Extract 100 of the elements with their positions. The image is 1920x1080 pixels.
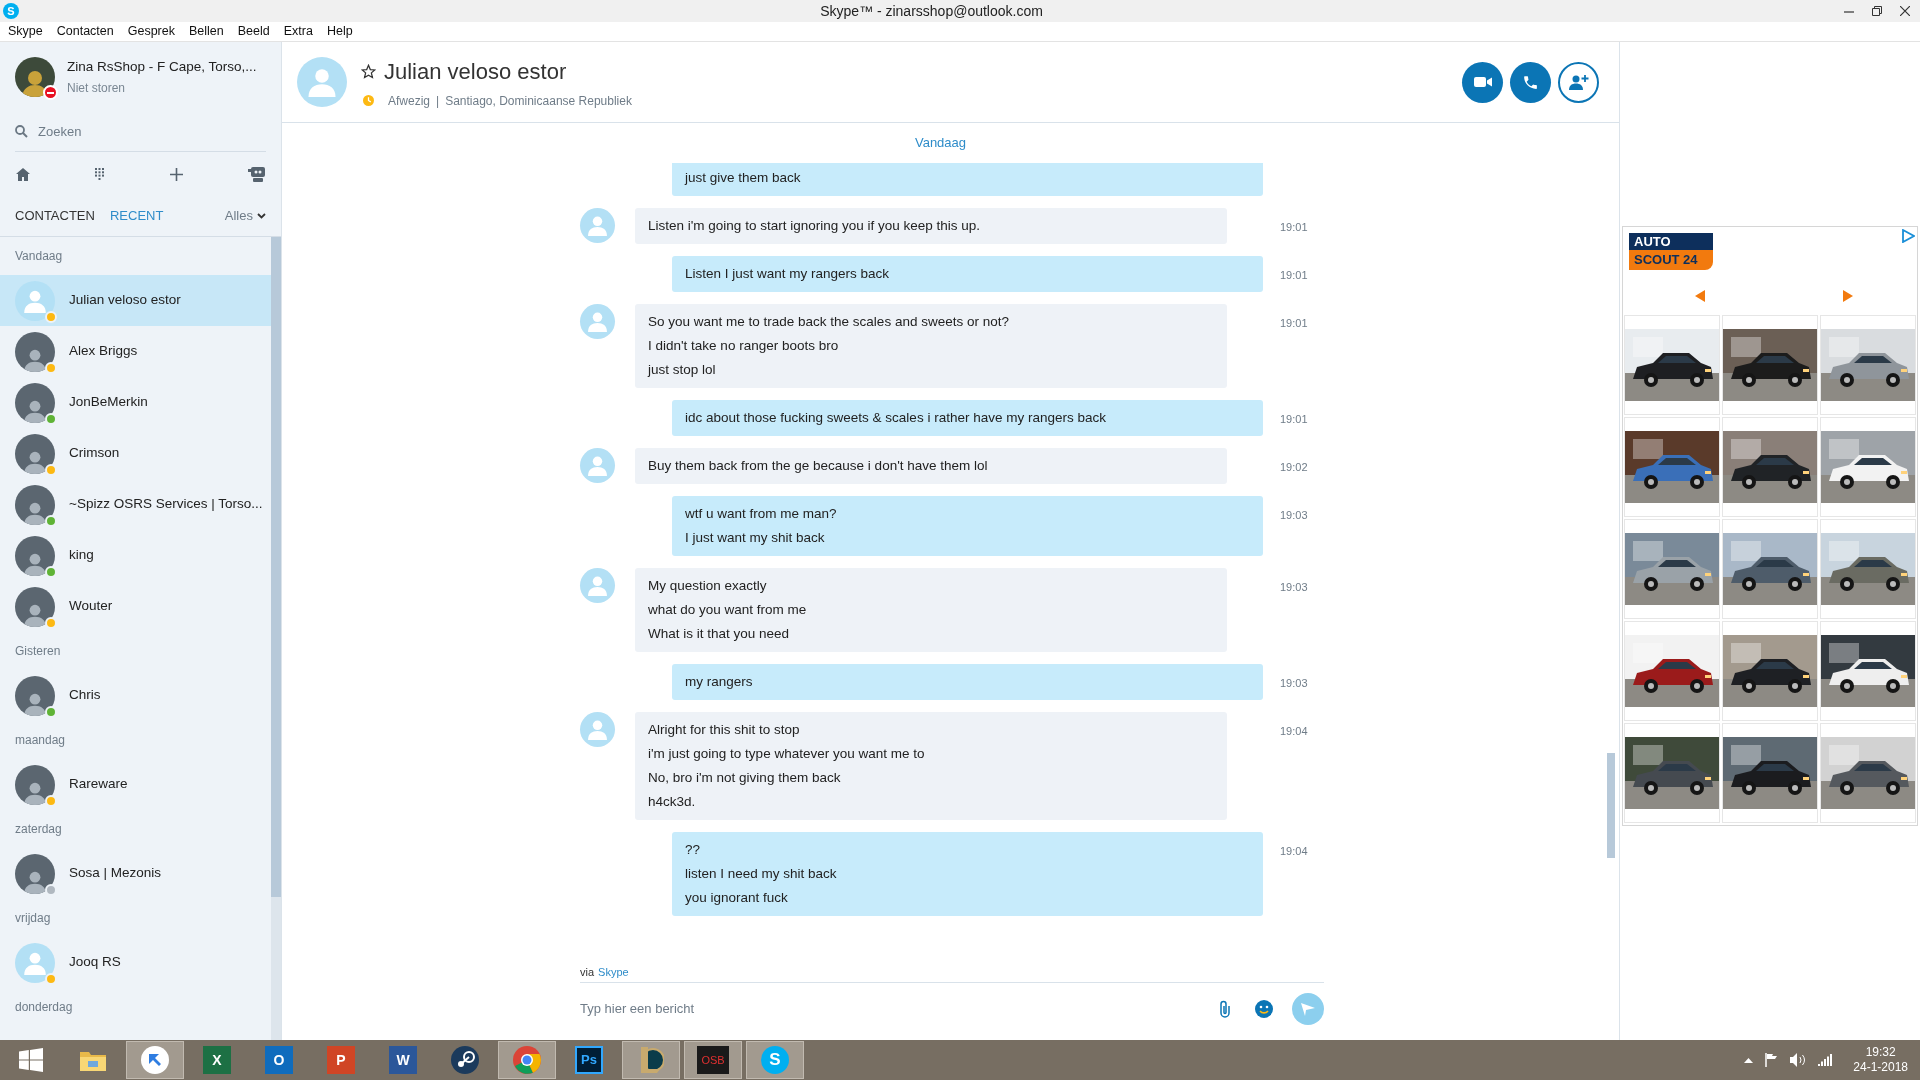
listing-card[interactable]: [1820, 417, 1916, 517]
contact-name: Jooq RS: [69, 953, 121, 972]
send-icon: [1301, 1001, 1315, 1016]
message-time: 19:01: [1279, 220, 1308, 235]
menu-item[interactable]: Gesprek: [127, 22, 175, 41]
star-icon[interactable]: [361, 63, 376, 79]
contact-name: Chris: [69, 686, 101, 705]
contact-item[interactable]: Rareware: [0, 759, 271, 810]
add-icon[interactable]: [169, 167, 183, 181]
message-text: Listen i'm going to start ignoring you if you keep this up.: [648, 217, 981, 235]
paperclip-icon[interactable]: [1218, 999, 1232, 1018]
contact-name: JonBeMerkin: [69, 393, 148, 412]
contact-item[interactable]: Chris: [0, 670, 271, 721]
menu-item[interactable]: Help: [326, 22, 353, 41]
message-time: 19:04: [1279, 844, 1308, 859]
listing-card[interactable]: [1624, 723, 1720, 823]
message-input[interactable]: Typ hier een bericht: [580, 993, 1206, 1024]
listing-card[interactable]: [1624, 621, 1720, 721]
message-text: just stop lol: [648, 361, 717, 379]
skype-link[interactable]: Skype: [598, 963, 629, 981]
dialpad-icon[interactable]: [95, 168, 105, 180]
contact-name: Rareware: [69, 775, 128, 794]
restore-icon[interactable]: [1872, 6, 1882, 16]
filter-dropdown[interactable]: Alles: [224, 206, 266, 226]
contact-item[interactable]: ~Spizz OSRS Services | Torso...: [0, 479, 271, 530]
section-heading: Vandaag: [14, 248, 64, 265]
chrome-icon: [513, 1046, 541, 1074]
scrollbar-thumb[interactable]: [271, 237, 281, 897]
listing-card[interactable]: [1722, 621, 1818, 721]
contact-item[interactable]: Jooq RS: [0, 937, 271, 988]
app-icon: [141, 1046, 169, 1074]
previous-arrow-icon[interactable]: [1695, 290, 1705, 302]
flag-icon[interactable]: [1765, 1053, 1779, 1067]
listing-card[interactable]: [1624, 315, 1720, 415]
contact-name: Alex Briggs: [69, 342, 138, 361]
close-icon[interactable]: [1900, 6, 1910, 16]
message-text: what do you want from me: [648, 601, 808, 619]
listing-card[interactable]: [1722, 417, 1818, 517]
contact-item[interactable]: Crimson: [0, 428, 271, 479]
clock-date: 24-1-2018: [1853, 1060, 1908, 1075]
contact-item[interactable]: Julian veloso estor: [0, 275, 271, 326]
message-text: I didn't take no ranger boots bro: [648, 337, 840, 355]
listing-card[interactable]: [1722, 723, 1818, 823]
contact-item[interactable]: Sosa | Mezonis: [0, 848, 271, 899]
contact-name: Sosa | Mezonis: [69, 864, 162, 883]
taskbar-app[interactable]: P: [312, 1041, 370, 1079]
taskbar-app[interactable]: W: [374, 1041, 432, 1079]
contact-item[interactable]: Wouter: [0, 581, 271, 632]
emoticon-icon[interactable]: [1254, 998, 1274, 1019]
signal-icon[interactable]: [1818, 1054, 1834, 1066]
message-text: I just want my shit back: [685, 529, 826, 547]
contact-name: Julian veloso estor: [384, 57, 567, 86]
menu-item[interactable]: Beeld: [237, 22, 270, 41]
listing-card[interactable]: [1722, 519, 1818, 619]
windows-start-icon: [19, 1048, 43, 1072]
tab[interactable]: CONTACTEN: [15, 206, 95, 226]
avatar: [580, 448, 615, 483]
message-time: 19:01: [1279, 316, 1308, 331]
listing-card[interactable]: [1820, 315, 1916, 415]
show-hidden-icons-icon[interactable]: [1744, 1057, 1754, 1063]
profile-status: Niet storen: [67, 80, 127, 98]
listing-card[interactable]: [1624, 519, 1720, 619]
video-call-button[interactable]: [1462, 61, 1503, 103]
listing-card[interactable]: [1624, 417, 1720, 517]
ad-info-icon[interactable]: [1901, 229, 1915, 243]
taskbar-app[interactable]: Ps: [560, 1041, 618, 1079]
speaker-icon[interactable]: [1790, 1053, 1807, 1067]
message-text: Alright for this shit to stop: [648, 721, 801, 739]
add-contact-button[interactable]: [1558, 61, 1599, 103]
menu-item[interactable]: Bellen: [189, 22, 224, 41]
next-arrow-icon[interactable]: [1843, 290, 1853, 302]
listing-card[interactable]: [1820, 519, 1916, 619]
logo-text: SCOUT 24: [1629, 250, 1713, 270]
video-camera-icon: [1473, 76, 1492, 88]
listing-card[interactable]: [1722, 315, 1818, 415]
menu-item[interactable]: Extra: [283, 22, 313, 41]
home-icon[interactable]: [16, 167, 30, 181]
listing-card[interactable]: [1820, 621, 1916, 721]
taskbar-app[interactable]: [622, 1041, 680, 1079]
call-button[interactable]: [1510, 61, 1551, 103]
contact-item[interactable]: JonBeMerkin: [0, 377, 271, 428]
taskbar-app[interactable]: X: [188, 1041, 246, 1079]
avatar: [15, 57, 55, 97]
contact-item[interactable]: Alex Briggs: [0, 326, 271, 377]
taskbar-app[interactable]: OSB: [684, 1041, 742, 1079]
scrollbar-thumb[interactable]: [1607, 753, 1615, 858]
menu-item[interactable]: Skype: [8, 22, 43, 41]
contact-item[interactable]: king: [0, 530, 271, 581]
message-time: 19:03: [1279, 580, 1308, 595]
clock-time: 19:32: [1865, 1045, 1896, 1060]
taskbar-app[interactable]: O: [250, 1041, 308, 1079]
listing-card[interactable]: [1820, 723, 1916, 823]
contact-card-icon[interactable]: [248, 166, 265, 182]
search-input[interactable]: Zoeken: [38, 121, 238, 142]
window-title: Skype™ - zinarsshop@outlook.com: [819, 1, 1044, 21]
menu-item[interactable]: Contacten: [56, 22, 114, 41]
profile-name: Zina RsShop - F Cape, Torso,...: [67, 57, 257, 76]
section-heading: vrijdag: [14, 910, 52, 927]
avatar: [580, 304, 615, 339]
message-text: just give them back: [685, 169, 802, 187]
